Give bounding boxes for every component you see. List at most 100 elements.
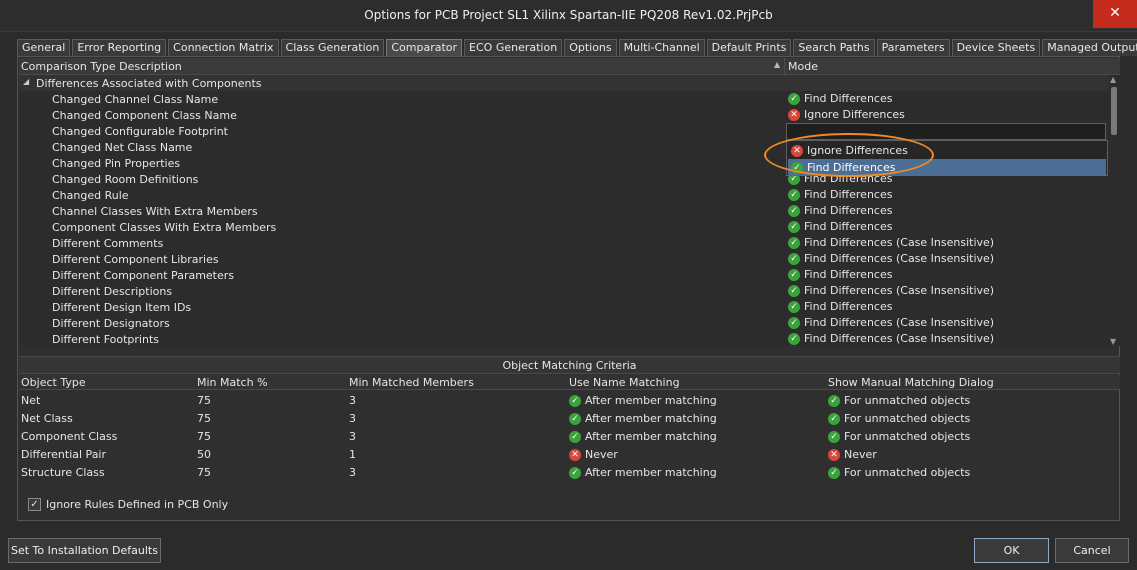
column-header-min-members[interactable]: Min Matched Members (349, 376, 474, 389)
column-header-manual-dialog[interactable]: Show Manual Matching Dialog (828, 376, 994, 389)
tab-options[interactable]: Options (564, 39, 617, 56)
cell-manual-dialog[interactable]: ✓ For unmatched objects (828, 412, 970, 425)
cell-name-matching-text: After member matching (585, 466, 717, 479)
check-icon: ✓ (788, 92, 800, 105)
cell-manual-dialog[interactable]: ✕ Never (828, 448, 877, 461)
row-mode[interactable]: ✓ Find Differences (788, 204, 892, 217)
cell-min-members[interactable]: 1 (349, 448, 356, 461)
cell-manual-dialog[interactable]: ✓ For unmatched objects (828, 430, 970, 443)
row-mode[interactable]: ✓ Find Differences (788, 188, 892, 201)
table-row[interactable]: Component Classes With Extra Members ✓ Fin… (19, 219, 1109, 235)
sort-arrow-icon: ▲ (774, 60, 781, 69)
cell-min-members[interactable]: 3 (349, 412, 356, 425)
scroll-thumb[interactable] (1111, 87, 1117, 135)
ok-button[interactable]: OK (974, 538, 1049, 563)
cell-object-type[interactable]: Differential Pair (21, 448, 106, 461)
tab-multi-channel[interactable]: Multi-Channel (618, 39, 705, 56)
cell-name-matching-text: After member matching (585, 394, 717, 407)
cell-min-match[interactable]: 75 (197, 466, 211, 479)
cell-min-match[interactable]: 50 (197, 448, 211, 461)
scroll-up-arrow-icon[interactable]: ▲ (1110, 75, 1116, 84)
table-row[interactable]: Net 75 3 ✓ After member matching ✓ For unmatch… (19, 392, 1120, 410)
table-row[interactable]: Different Footprints ✓ Find Differences (C… (19, 331, 1109, 346)
table-row[interactable]: Different Component Libraries ✓ Find Diffe… (19, 251, 1109, 267)
table-row[interactable]: Net Class 75 3 ✓ After member matching ✓ For u… (19, 410, 1120, 428)
row-mode-label: Find Differences (804, 300, 893, 313)
ignore-rules-checkbox[interactable]: ✓ (28, 498, 41, 511)
tab-default-prints[interactable]: Default Prints (706, 39, 792, 56)
table-row[interactable]: Component Class 75 3 ✓ After member matching… (19, 428, 1120, 446)
row-mode[interactable]: ✓ Find Differences (788, 300, 892, 313)
table-row[interactable]: Different Design Item IDs ✓ Find Differenc… (19, 299, 1109, 315)
close-button[interactable]: ✕ (1093, 0, 1137, 28)
tab-general[interactable]: General (17, 39, 71, 56)
tab-eco-generation[interactable]: ECO Generation (464, 39, 563, 56)
table-row[interactable]: Differential Pair 50 1 ✕ Never ✕ Never (19, 446, 1120, 464)
row-mode[interactable]: ✓ Find Differences (788, 268, 892, 281)
cell-manual-dialog[interactable]: ✓ For unmatched objects (828, 394, 970, 407)
row-mode[interactable]: ✓ Find Differences (Case Insensitive) (788, 236, 994, 249)
cell-min-match[interactable]: 75 (197, 430, 211, 443)
row-mode[interactable]: ✓ Find Differences (788, 220, 892, 233)
table-row[interactable]: Changed Component Class Name ✕ Ignore Diff… (19, 107, 1109, 123)
table-row[interactable]: Changed Channel Class Name ✓ Find Differen… (19, 91, 1109, 107)
error-icon: ✕ (569, 448, 581, 461)
set-defaults-button[interactable]: Set To Installation Defaults (8, 538, 161, 563)
check-icon: ✓ (788, 300, 800, 313)
tab-search-paths[interactable]: Search Paths (793, 39, 875, 56)
column-header-description[interactable]: Comparison Type Description (21, 60, 182, 73)
tab-error-reporting[interactable]: Error Reporting (72, 39, 167, 56)
table-row[interactable]: Different Component Parameters ✓ Find Diff… (19, 267, 1109, 283)
vertical-scrollbar[interactable]: ▲ ▼ (1109, 75, 1119, 346)
tab-connection-matrix[interactable]: Connection Matrix (168, 39, 279, 56)
tab-parameters[interactable]: Parameters (876, 39, 950, 56)
tab-class-generation[interactable]: Class Generation (280, 39, 385, 56)
cell-manual-dialog-text: Never (844, 448, 877, 461)
table-row[interactable]: Different Descriptions ✓ Find Differences … (19, 283, 1109, 299)
cell-min-members[interactable]: 3 (349, 430, 356, 443)
cell-min-members-text: 3 (349, 394, 356, 407)
cell-object-type[interactable]: Net (21, 394, 40, 407)
cancel-button[interactable]: Cancel (1055, 538, 1129, 563)
column-header-object-type[interactable]: Object Type (21, 376, 86, 389)
table-row[interactable]: Channel Classes With Extra Members ✓ Find … (19, 203, 1109, 219)
row-mode[interactable]: ✓ Find Differences (Case Insensitive) (788, 284, 994, 297)
table-row[interactable]: Structure Class 75 3 ✓ After member matching… (19, 464, 1120, 482)
row-mode[interactable]: ✓ Find Differences (788, 92, 892, 105)
cell-object-type[interactable]: Component Class (21, 430, 117, 443)
cell-name-matching[interactable]: ✓ After member matching (569, 466, 717, 479)
cell-name-matching[interactable]: ✓ After member matching (569, 430, 717, 443)
cell-min-members[interactable]: 3 (349, 466, 356, 479)
table-row[interactable]: Different Comments ✓ Find Differences (Cas… (19, 235, 1109, 251)
cell-min-match[interactable]: 75 (197, 412, 211, 425)
cell-object-type-text: Component Class (21, 430, 118, 443)
row-mode[interactable]: ✓ Find Differences (Case Insensitive) (788, 252, 994, 265)
collapse-arrow-icon[interactable]: ◢ (23, 77, 29, 86)
row-mode[interactable]: ✕ Ignore Differences (788, 108, 905, 121)
tab-comparator[interactable]: Comparator (386, 39, 463, 56)
table-row[interactable]: Different Designators ✓ Find Differences (… (19, 315, 1109, 331)
column-header-name-matching[interactable]: Use Name Matching (569, 376, 680, 389)
cell-name-matching[interactable]: ✓ After member matching (569, 412, 717, 425)
row-mode[interactable]: ✓ Find Differences (Case Insensitive) (788, 316, 994, 329)
row-mode[interactable]: ✓ Find Differences (Case Insensitive) (788, 332, 994, 345)
ignore-rules-option[interactable]: ✓ Ignore Rules Defined in PCB Only (28, 498, 228, 511)
cell-name-matching[interactable]: ✕ Never (569, 448, 618, 461)
check-icon: ✓ (788, 268, 800, 281)
tab-managed-outputjobs[interactable]: Managed OutputJobs (1042, 39, 1137, 56)
cell-min-members[interactable]: 3 (349, 394, 356, 407)
column-header-mode[interactable]: Mode (788, 60, 818, 73)
group-row-components[interactable]: ◢ Differences Associated with Components (19, 75, 1109, 91)
check-icon: ✓ (788, 252, 800, 265)
cell-manual-dialog[interactable]: ✓ For unmatched objects (828, 466, 970, 479)
row-mode-label: Find Differences (804, 92, 893, 105)
cell-object-type[interactable]: Structure Class (21, 466, 105, 479)
cell-object-type[interactable]: Net Class (21, 412, 73, 425)
scroll-down-arrow-icon[interactable]: ▼ (1110, 337, 1116, 346)
check-icon: ✓ (828, 466, 840, 479)
cell-min-match[interactable]: 75 (197, 394, 211, 407)
column-header-min-match[interactable]: Min Match % (197, 376, 268, 389)
tab-device-sheets[interactable]: Device Sheets (951, 39, 1041, 56)
cell-name-matching[interactable]: ✓ After member matching (569, 394, 717, 407)
table-row[interactable]: Changed Rule ✓ Find Differences (19, 187, 1109, 203)
